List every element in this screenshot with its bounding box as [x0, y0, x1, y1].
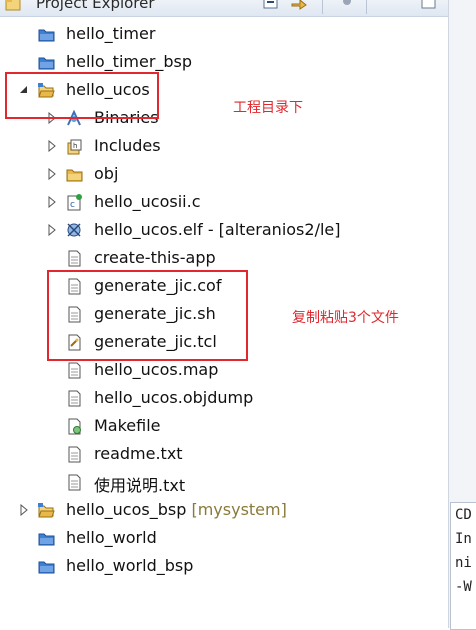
- annotation-note-copy-files: 复制粘贴3个文件: [292, 310, 399, 326]
- tree-item-obj[interactable]: obj: [0, 160, 448, 188]
- tree-item-label: obj: [94, 164, 119, 183]
- folder-blue-icon: [38, 533, 55, 546]
- toolbar-separator: [366, 0, 367, 14]
- tree-item-label: 使用说明.txt: [94, 476, 186, 495]
- toolbar-separator: [322, 0, 323, 14]
- collapsed-arrow-icon[interactable]: [18, 504, 30, 516]
- tree-item-hello-ucos-objdump[interactable]: hello_ucos.objdump: [0, 384, 448, 412]
- c-source-file-icon: c: [67, 194, 82, 211]
- text-file-icon: [68, 446, 81, 463]
- collapse-all-icon[interactable]: [262, 0, 280, 10]
- console-line: In: [455, 531, 472, 547]
- tree-item-hello-world-bsp[interactable]: hello_world_bsp: [0, 552, 448, 580]
- folder-yellow-icon: [66, 169, 83, 182]
- folder-blue-icon: [38, 57, 55, 70]
- console-panel-fragment: CD In ni -W: [450, 502, 476, 630]
- tree-item-label: hello_timer: [66, 24, 156, 43]
- tree-item-makefile[interactable]: Makefile: [0, 412, 448, 440]
- tree-item-label: create-this-app: [94, 248, 216, 267]
- svg-text:c: c: [70, 200, 75, 210]
- collapsed-arrow-icon[interactable]: [46, 168, 58, 180]
- collapsed-arrow-icon[interactable]: [46, 196, 58, 208]
- annotation-box-files: [47, 270, 248, 361]
- tree-item-hello-ucos-elf[interactable]: hello_ucos.elf - [alteranios2/le]: [0, 216, 448, 244]
- tree-item-hello-ucos-bsp[interactable]: hello_ucos_bsp [mysystem]: [0, 496, 448, 524]
- tree-item-label: hello_timer_bsp: [66, 52, 193, 71]
- link-with-editor-icon[interactable]: [290, 0, 308, 10]
- collapsed-arrow-icon[interactable]: [46, 224, 58, 236]
- tree-item-label: hello_ucos_bsp [mysystem]: [66, 500, 287, 519]
- svg-text:h: h: [73, 142, 77, 150]
- tree-item-create-this-app[interactable]: create-this-app: [0, 244, 448, 272]
- tree-item-hello-ucosii-c[interactable]: c hello_ucosii.c: [0, 188, 448, 216]
- minimize-icon[interactable]: [420, 0, 438, 10]
- tree-item-label: hello_ucos.objdump: [94, 388, 254, 407]
- tree-item-label: Includes: [94, 136, 161, 155]
- tree-item-label: hello_ucosii.c: [94, 192, 201, 211]
- tree-item-readme-txt[interactable]: readme.txt: [0, 440, 448, 468]
- tree-item-label: hello_ucos.map: [94, 360, 219, 379]
- tree-item-label: hello_world_bsp: [66, 556, 194, 575]
- view-menu-icon[interactable]: [338, 0, 356, 10]
- annotation-box-project: [5, 72, 159, 119]
- tree-item-hello-world[interactable]: hello_world: [0, 524, 448, 552]
- console-line: CD: [455, 507, 472, 523]
- text-file-icon: [68, 362, 81, 379]
- tree-item-usage-notes-txt[interactable]: 使用说明.txt: [0, 468, 448, 496]
- makefile-icon: [68, 418, 81, 435]
- project-folder-icon: [38, 503, 55, 518]
- includes-icon: h: [67, 139, 82, 155]
- tree-item-hello-timer[interactable]: hello_timer: [0, 20, 448, 48]
- folder-blue-icon: [38, 561, 55, 574]
- tree-item-decoration: [mysystem]: [191, 500, 287, 519]
- tree-item-label: hello_ucos.elf - [alteranios2/le]: [94, 220, 341, 239]
- project-explorer-icon: [5, 0, 21, 11]
- annotation-note-project-dir: 工程目录下: [233, 100, 303, 116]
- folder-blue-icon: [38, 29, 55, 42]
- project-explorer-header: Project Explorer: [0, 0, 476, 17]
- view-title: Project Explorer: [36, 0, 155, 12]
- text-file-icon: [68, 250, 81, 267]
- console-line: ni: [455, 555, 472, 571]
- console-line: -W: [455, 579, 472, 595]
- elf-binary-icon: [67, 223, 81, 237]
- tree-item-label: readme.txt: [94, 444, 183, 463]
- text-file-icon: [68, 390, 81, 407]
- tree-item-includes[interactable]: h Includes: [0, 132, 448, 160]
- tree-item-label: Makefile: [94, 416, 161, 435]
- collapsed-arrow-icon[interactable]: [46, 140, 58, 152]
- text-file-icon: [68, 474, 81, 491]
- tree-item-label: hello_world: [66, 528, 157, 547]
- tree-item-name: hello_ucos_bsp: [66, 500, 187, 519]
